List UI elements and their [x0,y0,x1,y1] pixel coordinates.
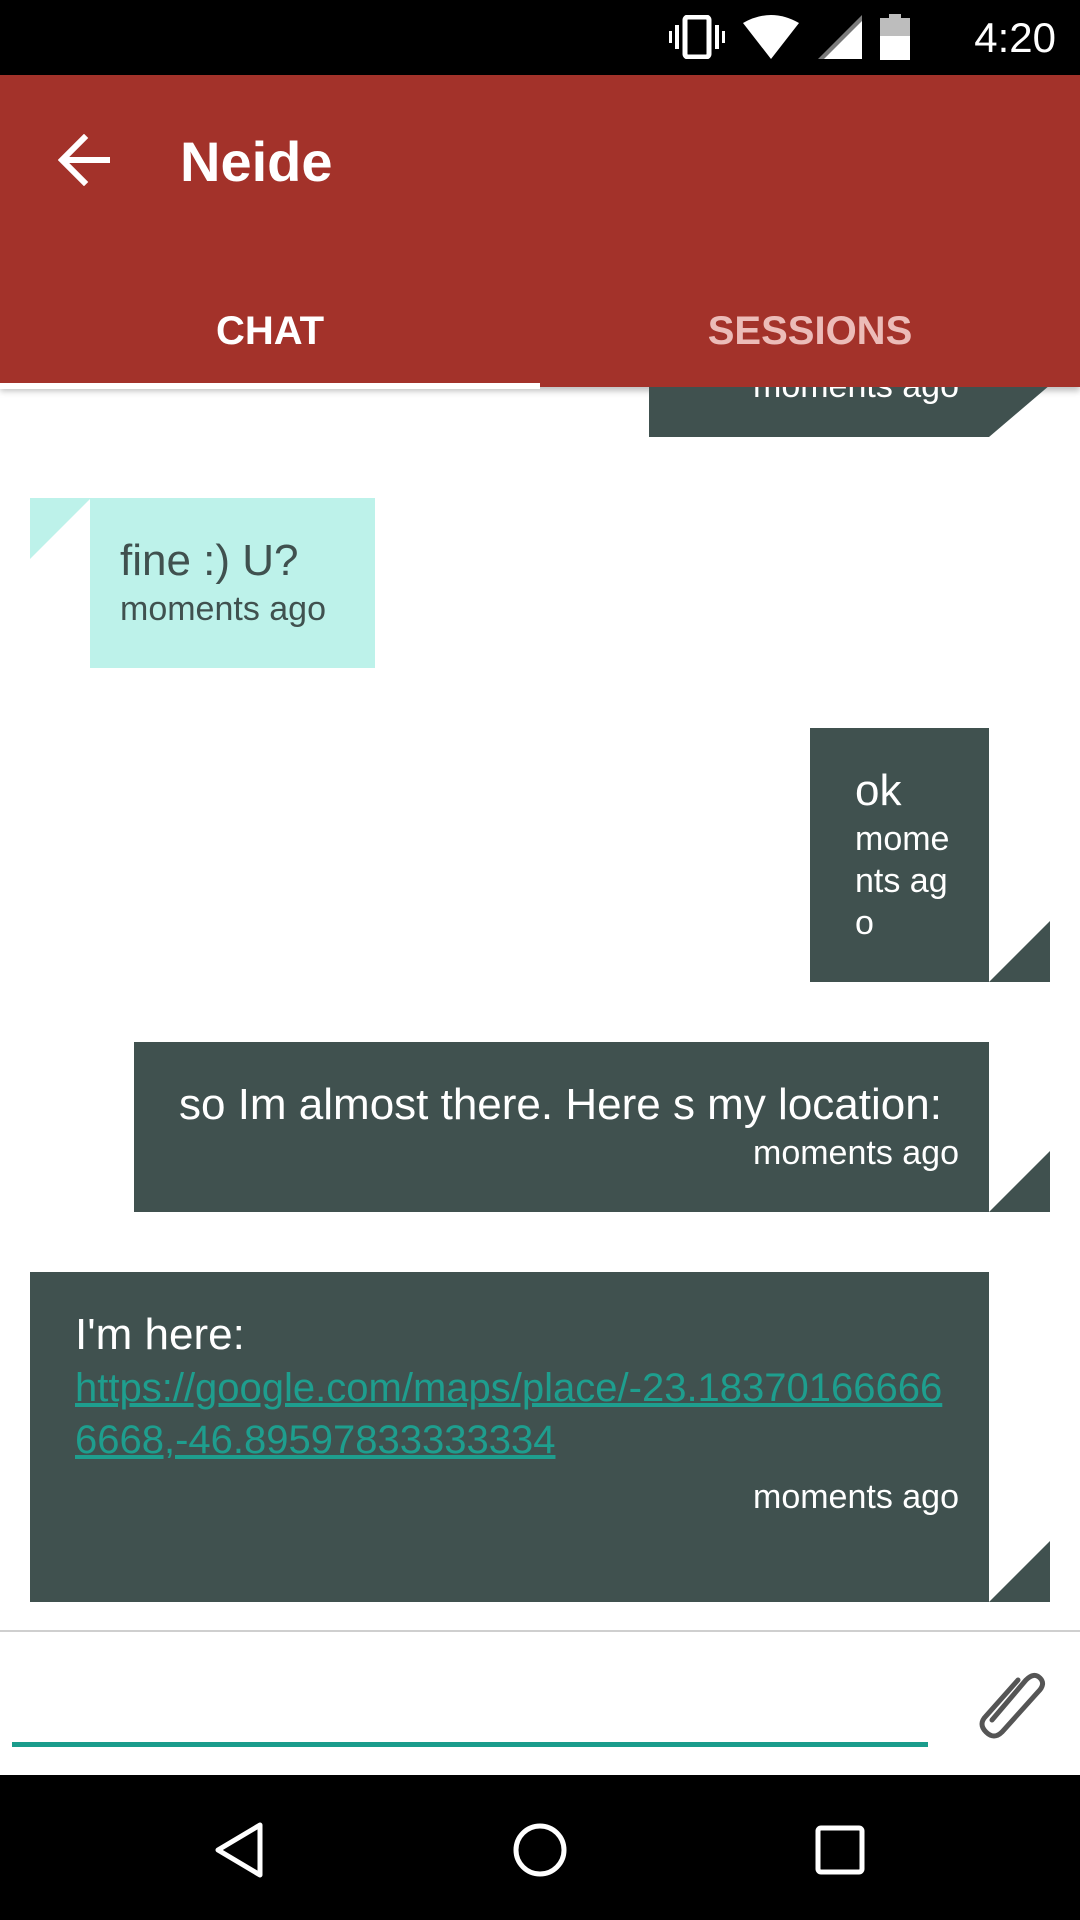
circle-home-icon [513,1823,567,1877]
back-button[interactable] [44,120,124,200]
square-recents-icon [815,1825,865,1875]
bubble-tail [989,921,1050,982]
tab-sessions-label: SESSIONS [707,308,913,353]
message-bubble-outgoing: so Im almost there. Here s my location: … [134,1042,989,1212]
tab-bar: CHAT SESSIONS [0,275,1080,389]
message-text: fine :) U? [120,536,299,585]
location-link[interactable]: https://google.com/maps/place/-23.183701… [75,1362,955,1466]
tab-chat[interactable]: CHAT [0,275,540,389]
bubble-tail [989,387,1050,437]
app-bar: Neide CHAT SESSIONS [0,75,1080,389]
bubble-tail [30,498,91,559]
message-input[interactable] [12,1652,928,1747]
bubble-tail [989,1151,1050,1212]
message-composer [0,1630,1080,1777]
message-text: I'm here: [75,1310,245,1359]
message-time: moments ago [120,590,326,628]
cell-signal-icon [817,15,862,59]
message-time: moments ago [855,820,950,942]
message-list[interactable]: moments ago fine :) U? moments ago ok mo… [0,387,1080,1630]
status-time: 4:20 [974,14,1056,61]
conversation-title: Neide [180,130,333,193]
attach-button[interactable] [970,1662,1050,1742]
message-text: ok [855,766,902,815]
vibrate-icon [668,15,725,59]
message-time: moments ago [753,387,959,407]
status-icons [655,14,910,62]
tab-sessions[interactable]: SESSIONS [540,275,1080,387]
battery-icon [880,14,910,60]
message-bubble-outgoing: moments ago [649,387,989,437]
message-time: moments ago [753,1478,959,1516]
nav-back-button[interactable] [200,1810,280,1890]
wifi-icon [743,15,800,59]
triangle-back-icon [215,1822,263,1878]
paperclip-icon [979,1672,1046,1739]
nav-home-button[interactable] [500,1810,580,1890]
navigation-bar [0,1775,1080,1920]
status-bar: 4:20 [0,0,1080,75]
message-bubble-incoming: fine :) U? moments ago [90,498,375,668]
message-text: so Im almost there. Here s my location: [179,1080,942,1129]
arrow-left-icon [58,134,110,186]
message-bubble-outgoing: ok moments ago [810,728,989,982]
message-bubble-outgoing: I'm here: https://google.com/maps/place/… [30,1272,989,1602]
nav-recents-button[interactable] [800,1810,880,1890]
tab-chat-label: CHAT [215,308,325,353]
message-time: moments ago [753,1134,959,1172]
bubble-tail [989,1541,1050,1602]
